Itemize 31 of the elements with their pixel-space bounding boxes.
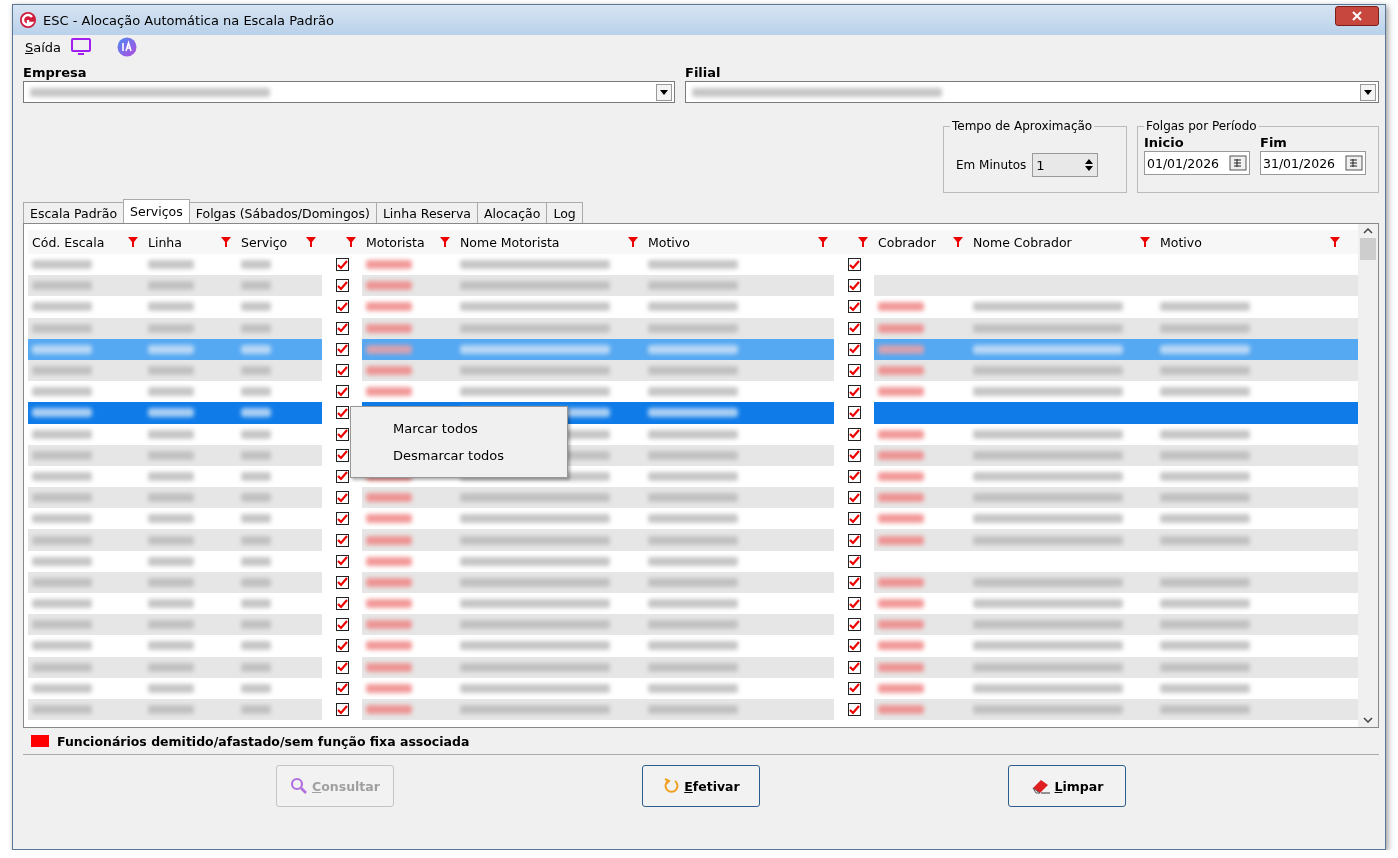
tab[interactable]: Escala Padrão <box>23 202 125 223</box>
legend-text: Funcionários demitido/afastado/sem função fixa associada <box>57 733 470 749</box>
minutes-spinner[interactable]: 1 <box>1032 153 1099 177</box>
column-header[interactable]: Serviço <box>241 234 288 250</box>
menu-item[interactable]: Marcar todos <box>353 417 565 440</box>
start-date-field[interactable]: 01/01/2026 <box>1144 151 1250 175</box>
column-header[interactable]: Motorista <box>366 234 425 250</box>
field-label: Filial <box>685 65 722 81</box>
column-header[interactable]: Cód. Escala <box>32 234 105 250</box>
column-header[interactable]: Linha <box>148 234 182 250</box>
group-title: Tempo de Aproximação <box>951 119 1094 133</box>
action-button[interactable]: Efetivar <box>642 765 760 807</box>
tab[interactable]: Alocação <box>477 202 548 223</box>
tab[interactable]: Serviços <box>123 199 190 223</box>
field-label: Fim <box>1260 135 1288 151</box>
column-header[interactable]: Motivo <box>648 234 690 250</box>
column-header[interactable]: Nome Motorista <box>460 234 560 250</box>
field-label: Em Minutos <box>956 158 1027 172</box>
field-label: Inicio <box>1144 135 1185 151</box>
column-header[interactable]: Cobrador <box>878 234 936 250</box>
action-button[interactable]: Limpar <box>1008 765 1126 807</box>
field-label: Empresa <box>23 65 88 81</box>
menu-item[interactable]: Saída <box>25 39 62 55</box>
tab[interactable]: Log <box>546 202 583 223</box>
column-header[interactable]: Nome Cobrador <box>973 234 1072 250</box>
tab[interactable]: Folgas (Sábados/Domingos) <box>188 202 377 223</box>
window-title: ESC - Alocação Automática na Escala Padrão <box>43 12 335 28</box>
group-title: Folgas por Período <box>1145 119 1258 133</box>
column-header[interactable]: Motivo <box>1160 234 1202 250</box>
menu-item[interactable]: Desmarcar todos <box>353 444 565 467</box>
end-date-field[interactable]: 31/01/2026 <box>1260 151 1366 175</box>
